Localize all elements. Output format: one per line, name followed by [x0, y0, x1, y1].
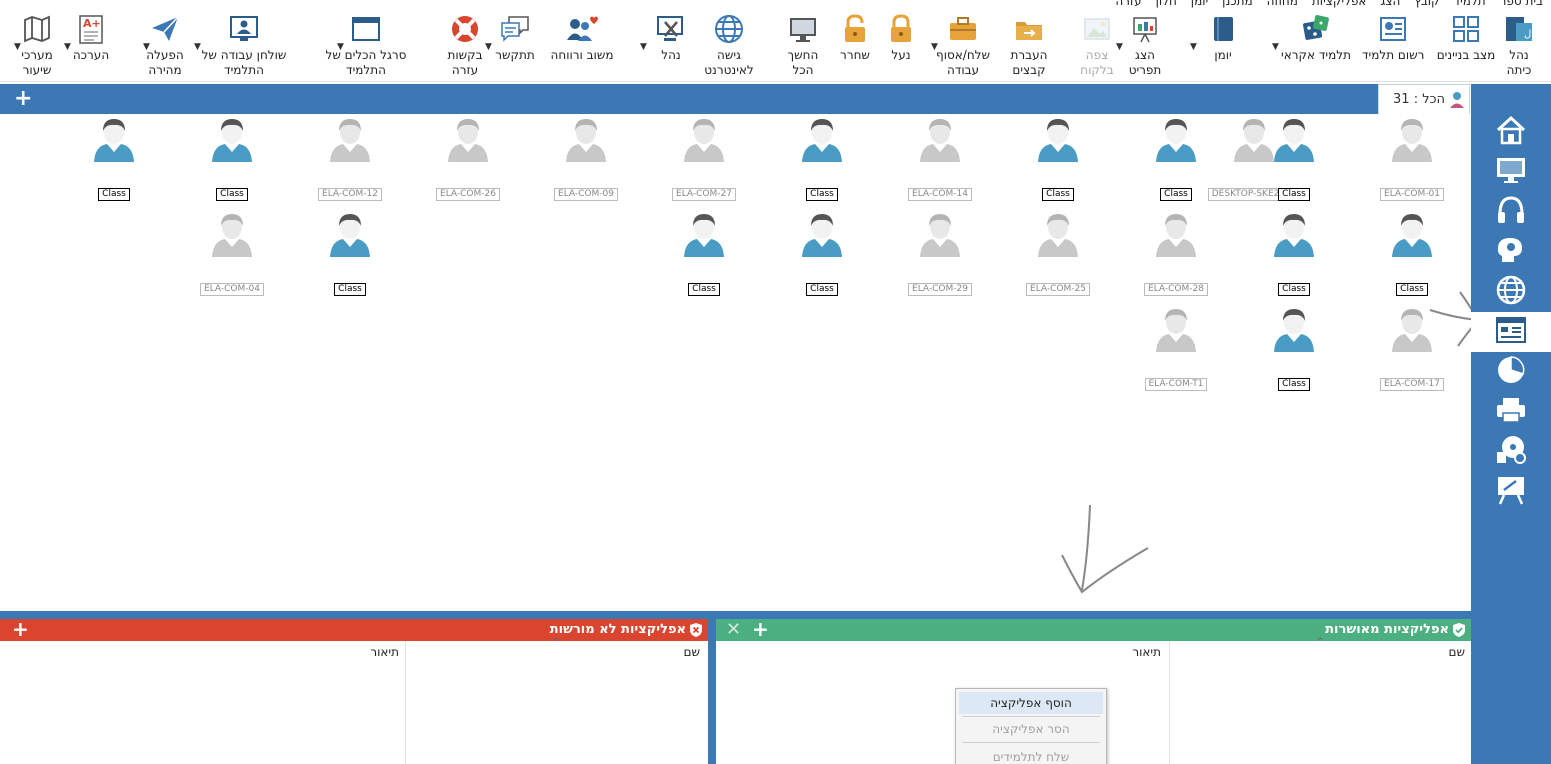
- monitor-icon: [1494, 155, 1528, 189]
- sidebar-item-headphones[interactable]: [1471, 192, 1551, 232]
- add-approved-app-icon[interactable]: +: [752, 618, 769, 640]
- context-menu: הוסף אפליקציה הסר אפליקציה שלח לתלמידים: [955, 688, 1107, 764]
- menu-separator: [962, 742, 1100, 743]
- remove-approved-app-icon[interactable]: ✕: [726, 619, 741, 641]
- shield-x-icon: [690, 623, 702, 637]
- sidebar-item-globe[interactable]: [1471, 272, 1551, 312]
- blocked-col-desc[interactable]: תיאור: [370, 645, 399, 659]
- pie-chart-icon: [1494, 354, 1528, 390]
- home-icon: [1494, 114, 1528, 150]
- approved-col-divider: [1169, 641, 1170, 764]
- blocked-apps-header: + אפליקציות לא מורשות: [0, 618, 708, 641]
- menu-item-send-to-students[interactable]: שלח לתלמידים: [959, 746, 1103, 764]
- approved-col-name[interactable]: שם: [1449, 645, 1465, 659]
- sidebar-item-whiteboard[interactable]: [1471, 472, 1551, 512]
- sidebar-item-window-apps[interactable]: [1471, 312, 1551, 352]
- menu-item-remove-app[interactable]: הסר אפליקציה: [959, 718, 1103, 740]
- blocked-col-divider: [405, 641, 406, 764]
- menu-separator: [962, 716, 1100, 717]
- menu-item-add-app[interactable]: הוסף אפליקציה: [959, 692, 1103, 714]
- sidebar-item-printer[interactable]: [1471, 392, 1551, 432]
- panel-separator: [0, 611, 1471, 619]
- approved-col-desc[interactable]: תיאור: [1132, 645, 1161, 659]
- sidebar-item-pie-chart[interactable]: [1471, 352, 1551, 392]
- panel-divider: [708, 619, 716, 764]
- printer-icon: [1494, 395, 1528, 429]
- add-blocked-app-icon[interactable]: +: [12, 618, 29, 640]
- right-sidebar: [1471, 84, 1551, 764]
- approved-apps-header: ✕ + אפליקציות מאושרות: [716, 618, 1471, 641]
- blocked-apps-title: אפליקציות לא מורשות: [549, 622, 686, 637]
- approved-apps-title: אפליקציות מאושרות: [1325, 622, 1449, 637]
- sort-caret-icon: ^: [552, 637, 561, 648]
- brain-icon: [1494, 234, 1528, 270]
- media-icon: [1494, 434, 1528, 470]
- sidebar-item-brain[interactable]: [1471, 232, 1551, 272]
- globe-icon: [1494, 274, 1528, 310]
- shield-check-icon: [1453, 623, 1465, 637]
- whiteboard-icon: [1494, 474, 1528, 510]
- sidebar-item-home[interactable]: [1471, 112, 1551, 152]
- annotation-arrows: [1061, 291, 1480, 594]
- blocked-col-name[interactable]: שם: [684, 645, 700, 659]
- sidebar-item-media[interactable]: [1471, 432, 1551, 472]
- sort-caret-icon: ^: [1316, 637, 1325, 648]
- headphones-icon: [1494, 194, 1528, 230]
- sidebar-item-monitor[interactable]: [1471, 152, 1551, 192]
- window-apps-icon: [1494, 315, 1528, 349]
